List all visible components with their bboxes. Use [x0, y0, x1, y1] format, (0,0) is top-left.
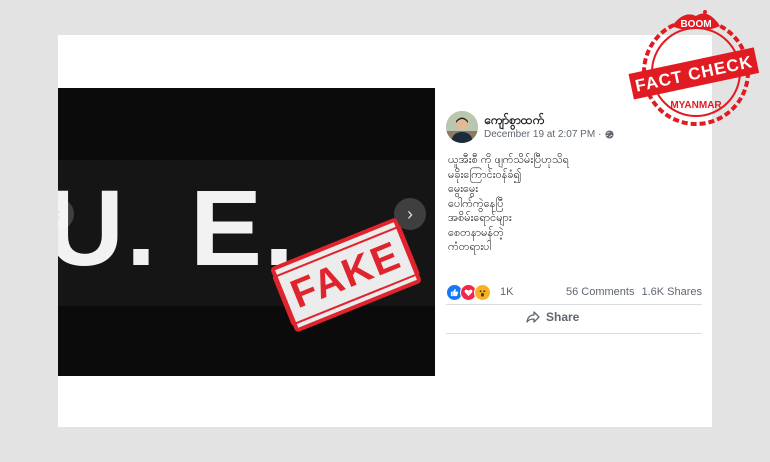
divider — [446, 333, 702, 334]
post-text-line: မွေးမွေး — [448, 183, 479, 195]
post-text-line: ပေါက်ကွဲနေပြီ — [448, 197, 504, 210]
post-text-line: မခိုးကြောင်းဝန်ခံ၍ — [448, 168, 522, 181]
chevron-left-icon: ‹ — [58, 204, 61, 225]
avatar[interactable] — [446, 111, 478, 143]
reactions-bar: 1K 56 Comments 1.6K Shares — [446, 282, 702, 302]
post-date[interactable]: December 19 at 2:07 PM — [484, 129, 595, 140]
meta-separator: · — [598, 129, 602, 140]
globe-icon — [604, 130, 614, 139]
post-text: ယူအီးစီ ကို ဖျက်သိမ်းပြီဟုသိရ မခိုးကြောင… — [448, 153, 698, 255]
author-name[interactable]: ကျော်စွာထက် — [484, 112, 544, 130]
badge-bottom-text: MYANMAR — [670, 100, 722, 111]
share-arrow-icon — [526, 311, 540, 323]
reaction-count[interactable]: 1K — [500, 286, 513, 298]
reaction-icons[interactable] — [446, 283, 491, 301]
post-meta: December 19 at 2:07 PM · — [484, 129, 614, 140]
badge-top-text: BOOM — [680, 19, 711, 30]
avatar-image — [446, 111, 478, 143]
divider — [446, 304, 702, 305]
engagement-counts: 56 Comments 1.6K Shares — [566, 286, 702, 298]
share-button[interactable]: Share — [526, 310, 579, 324]
post-text-line: စေတနာမန်တဲ့ — [448, 226, 504, 239]
post-card: U. E. ‹ › FAKE ကျော်စွာထက် December 19 a… — [58, 35, 712, 427]
boom-fact-check-badge: BOOM FACT CHECK MYANMAR — [628, 10, 760, 126]
comments-count[interactable]: 56 Comments — [566, 286, 634, 298]
wow-reaction-icon — [474, 283, 491, 301]
post-text-line: အစိမ်းရောင်များ — [448, 212, 512, 224]
shares-count[interactable]: 1.6K Shares — [641, 286, 702, 298]
chevron-right-icon: › — [407, 203, 413, 224]
post-text-line: ကံတရားပါ — [448, 241, 492, 253]
share-label: Share — [546, 310, 580, 324]
post-text-line: ယူအီးစီ ကို ဖျက်သိမ်းပြီဟုသိရ — [448, 154, 569, 166]
post-image[interactable]: U. E. ‹ › FAKE — [58, 88, 435, 376]
image-overlay-text: U. E. — [58, 167, 297, 288]
